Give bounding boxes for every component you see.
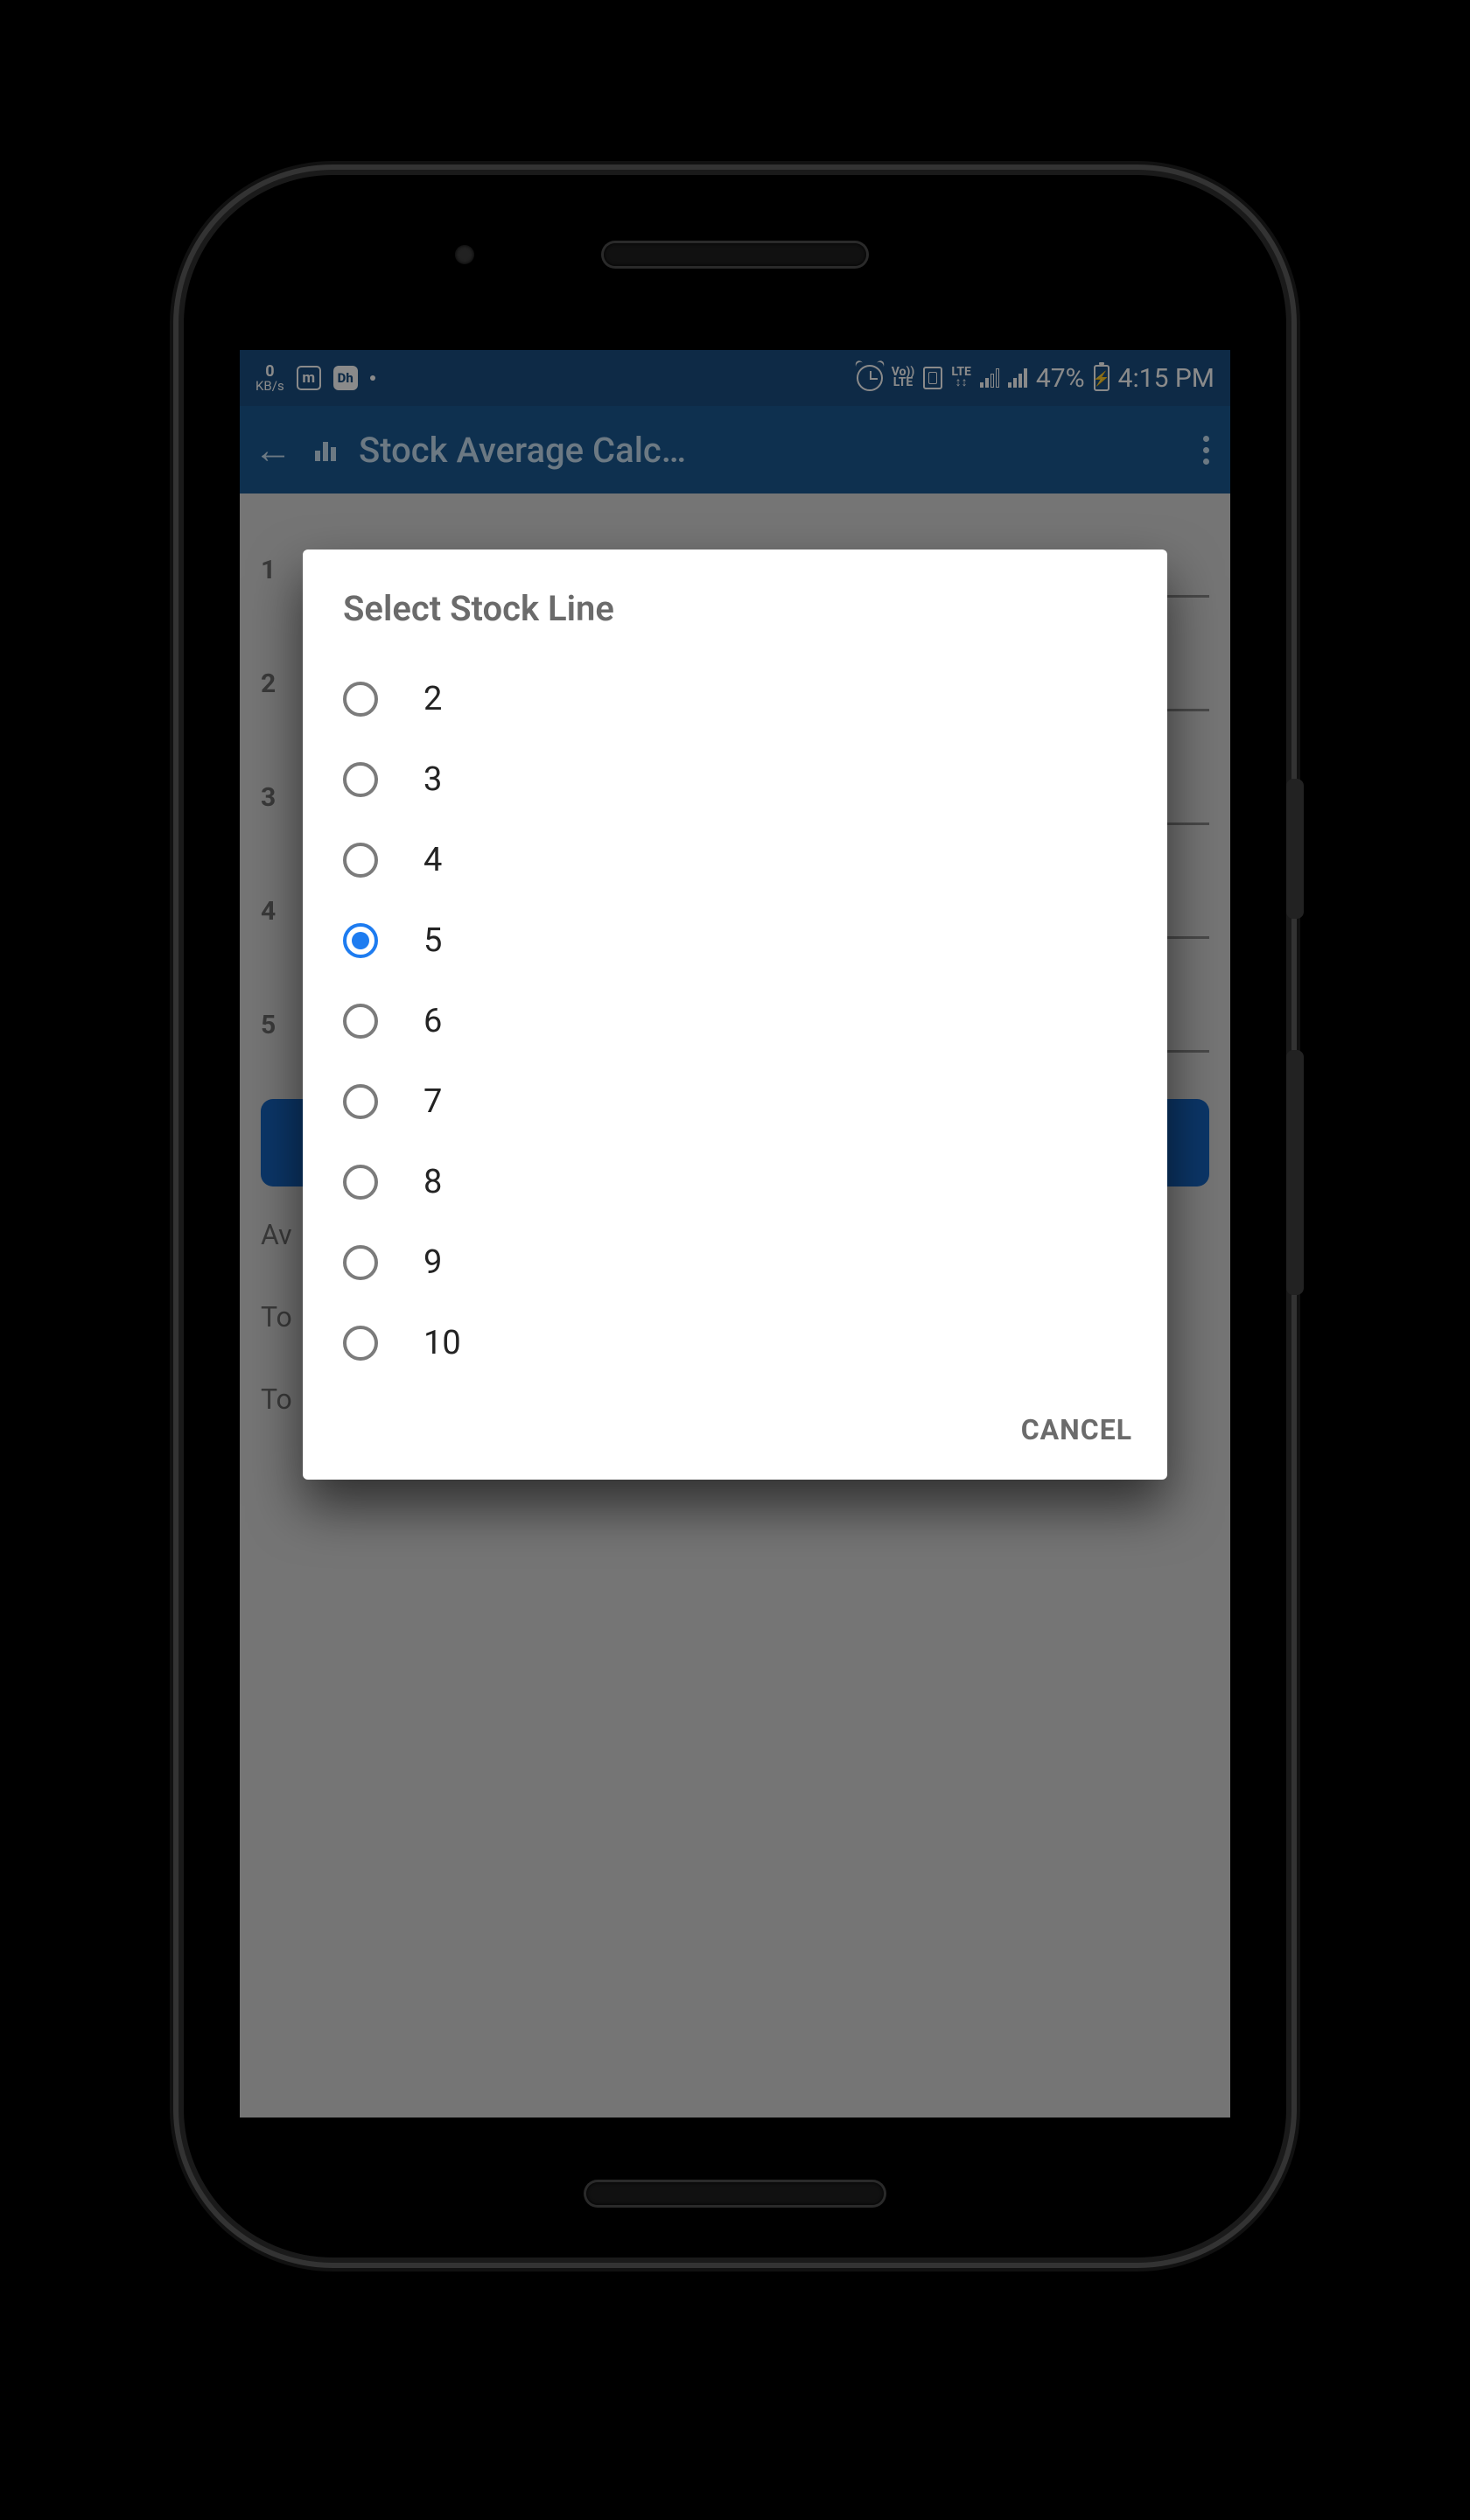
dialog-title: Select Stock Line — [303, 550, 1167, 659]
phone-side-button — [1286, 779, 1304, 919]
option-label: 3 — [424, 760, 442, 799]
option-2[interactable]: 2 — [303, 659, 1167, 739]
option-6[interactable]: 6 — [303, 981, 1167, 1061]
phone-frame: 0 KB/s m Dh Vo)) LTE LTE ↕↕ — [184, 175, 1286, 2258]
option-4[interactable]: 4 — [303, 820, 1167, 900]
option-label: 6 — [424, 1002, 442, 1040]
option-5[interactable]: 5 — [303, 900, 1167, 981]
option-7[interactable]: 7 — [303, 1061, 1167, 1142]
option-8[interactable]: 8 — [303, 1142, 1167, 1222]
option-3[interactable]: 3 — [303, 739, 1167, 820]
radio-icon — [343, 843, 378, 878]
option-10[interactable]: 10 — [303, 1303, 1167, 1383]
option-label: 5 — [424, 921, 442, 960]
option-9[interactable]: 9 — [303, 1222, 1167, 1303]
radio-icon — [343, 1245, 378, 1280]
dialog-actions: CANCEL — [303, 1383, 1167, 1457]
dialog-options: 2 3 4 5 6 7 8 9 10 — [303, 659, 1167, 1383]
screen: 0 KB/s m Dh Vo)) LTE LTE ↕↕ — [240, 350, 1230, 2118]
option-label: 8 — [424, 1163, 442, 1201]
radio-icon — [343, 1326, 378, 1361]
cancel-button[interactable]: CANCEL — [1021, 1413, 1132, 1446]
phone-side-button — [1286, 1050, 1304, 1295]
option-label: 4 — [424, 841, 442, 879]
radio-icon — [343, 1084, 378, 1119]
select-stock-line-dialog: Select Stock Line 2 3 4 5 6 7 8 9 10 CANCEL — [303, 550, 1167, 1480]
radio-icon — [343, 762, 378, 797]
option-label: 9 — [424, 1243, 442, 1282]
option-label: 10 — [424, 1324, 461, 1362]
option-label: 7 — [424, 1082, 442, 1121]
option-label: 2 — [424, 680, 442, 718]
earpiece-speaker — [604, 243, 866, 266]
bottom-speaker — [586, 2182, 884, 2205]
radio-icon — [343, 1004, 378, 1039]
radio-icon — [343, 923, 378, 958]
radio-icon — [343, 682, 378, 717]
radio-icon — [343, 1165, 378, 1200]
front-camera — [455, 245, 474, 264]
